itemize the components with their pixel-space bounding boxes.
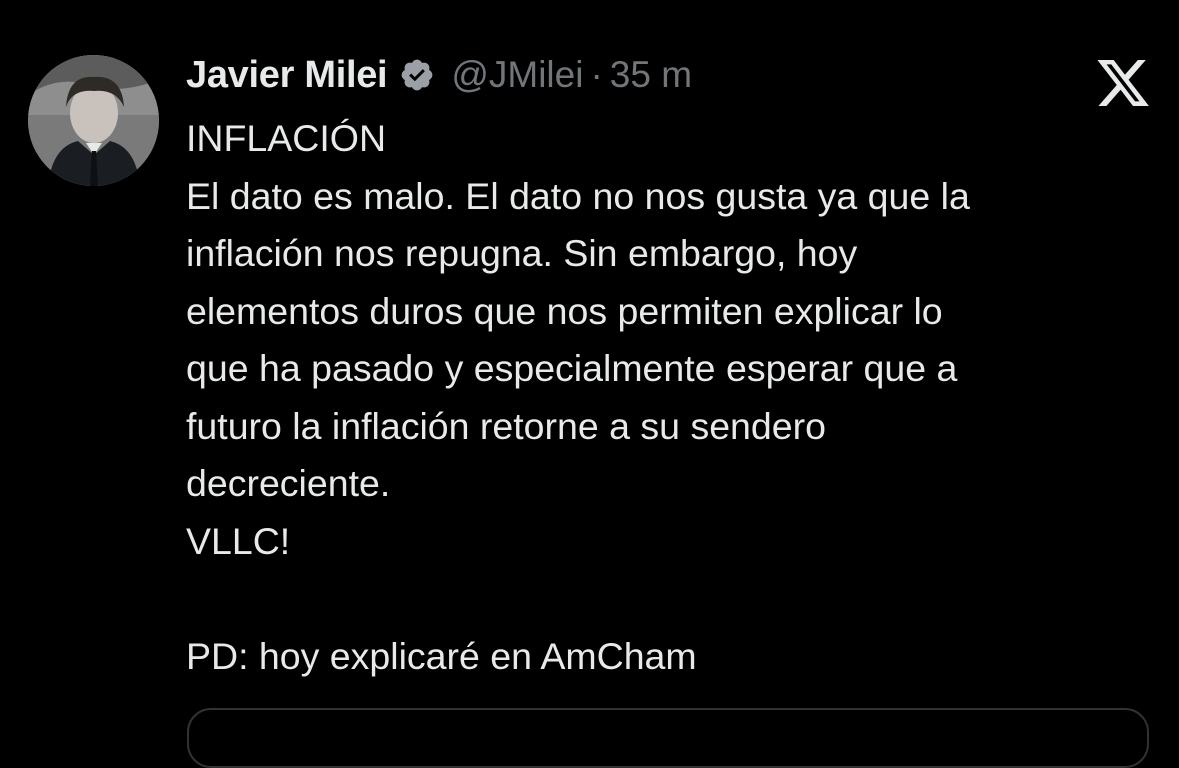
author-handle[interactable]: @JMilei	[451, 54, 583, 96]
embedded-card[interactable]	[187, 708, 1149, 768]
tweet-line: que ha pasado y especialmente esperar qu…	[186, 347, 958, 389]
tweet-line: inflación nos repugna. Sin embargo, hoy	[186, 232, 858, 274]
tweet-line: VLLC!	[186, 519, 291, 562]
tweet-line: decreciente.	[186, 462, 391, 504]
tweet-line: El dato es malo. El dato no nos gusta ya…	[186, 174, 970, 217]
tweet-header: Javier Milei @JMilei · 35 m	[186, 52, 692, 98]
tweet-line: PD: hoy explicaré en AmCham	[186, 634, 697, 677]
timestamp[interactable]: 35 m	[610, 54, 692, 96]
verified-badge-icon	[401, 59, 433, 91]
avatar[interactable]	[28, 55, 159, 186]
separator-dot: ·	[590, 54, 603, 95]
x-logo-icon	[1097, 60, 1149, 106]
tweet[interactable]: Javier Milei @JMilei · 35 m INFLACIÓN El…	[0, 0, 1179, 768]
tweet-line: INFLACIÓN	[186, 117, 387, 159]
author-name[interactable]: Javier Milei	[186, 54, 388, 97]
tweet-line: futuro la inflación retorne a su sendero	[186, 404, 826, 447]
tweet-text: INFLACIÓN El dato es malo. El dato no no…	[186, 110, 1146, 685]
tweet-line: elementos duros que nos permiten explica…	[186, 289, 943, 332]
